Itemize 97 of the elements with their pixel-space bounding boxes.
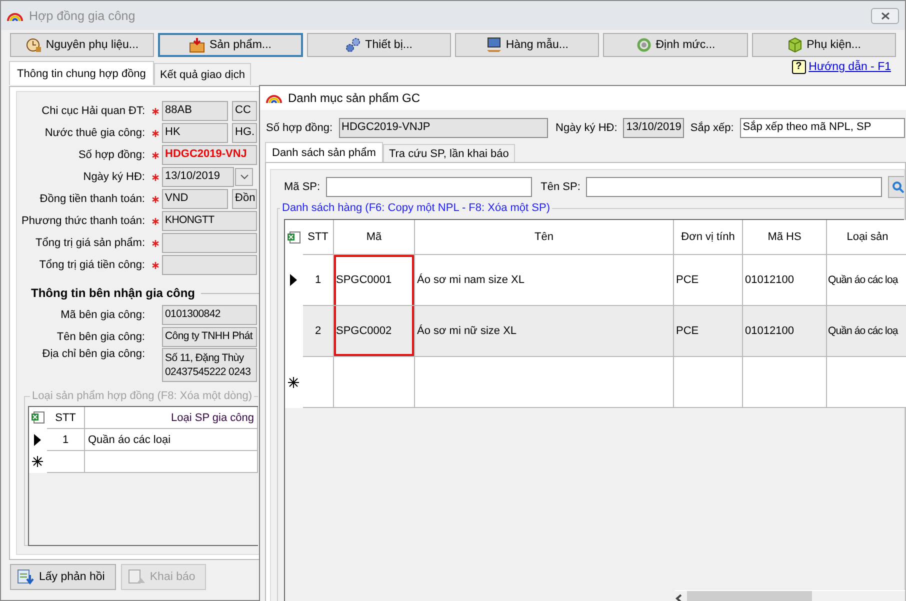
dropdown-button[interactable] xyxy=(235,168,253,186)
text-field[interactable] xyxy=(162,233,257,253)
text-field[interactable]: VND xyxy=(162,189,228,209)
text-field[interactable]: HDGC2019-VNJ xyxy=(162,145,257,165)
text-field[interactable]: 0101300842 xyxy=(162,305,257,325)
group-title: Loại sản phẩm hợp đồng (F8: Xóa một dòng) xyxy=(30,390,254,402)
field-label: Mã bên gia công: xyxy=(60,309,146,321)
text-field[interactable] xyxy=(162,255,257,275)
field-label: Nước thuê gia công: xyxy=(44,127,146,139)
rainbow-icon xyxy=(7,10,23,20)
new-row-icon xyxy=(32,456,43,467)
field-label: Phương thức thanh toán: xyxy=(20,215,146,227)
gear-icon xyxy=(345,37,362,53)
monitor-icon xyxy=(486,37,502,53)
search-button[interactable] xyxy=(888,176,904,198)
box-icon xyxy=(189,37,206,53)
row-pointer-icon xyxy=(34,434,41,446)
table-cell: 2 xyxy=(303,306,334,357)
refresh-icon xyxy=(636,37,652,53)
field-label: Sắp xếp: xyxy=(690,122,734,134)
field-label: Địa chỉ bên gia công: xyxy=(41,348,146,360)
table-cell: PCE xyxy=(674,306,743,357)
field-label: Chi cục Hải quan ĐT: xyxy=(40,105,146,117)
column-header[interactable]: Loại SP gia công xyxy=(85,407,258,429)
field-label: Tổng trị giá sản phẩm: xyxy=(34,237,146,249)
date-field[interactable]: 13/10/2019 xyxy=(623,118,684,138)
field-label: Tên SP: xyxy=(540,181,580,193)
text-area[interactable]: Số 11, Đặng Thùy 02437545222 0243 xyxy=(162,348,257,382)
column-header[interactable]: STT xyxy=(47,407,85,429)
text-field[interactable]: Đồn xyxy=(232,189,257,209)
table-cell: Áo sơ mi nữ size XL xyxy=(415,306,674,357)
search-field[interactable] xyxy=(326,177,532,197)
chevron-down-icon xyxy=(240,174,248,180)
text-field[interactable]: HG. xyxy=(232,123,257,143)
dialog-title: Danh mục sản phẩm GC xyxy=(288,91,420,105)
action-button[interactable]: Lấy phản hồi xyxy=(10,564,116,590)
table-cell: 1 xyxy=(303,255,334,306)
tab[interactable]: Danh sách sản phẩm xyxy=(265,142,383,162)
field-label: Ngày ký HĐ: xyxy=(556,122,618,134)
text-field[interactable]: HDGC2019-VNJP xyxy=(338,118,548,138)
table-cell: Quần áo các loạ xyxy=(827,255,906,306)
text-field[interactable]: CC xyxy=(232,101,257,121)
date-field[interactable]: 13/10/2019 xyxy=(162,167,234,187)
group-title: Danh sách hàng (F6: Copy một NPL - F8: Xóa một SP) xyxy=(280,202,552,214)
table-cell: 1 xyxy=(47,429,85,451)
text-field[interactable]: HK xyxy=(162,123,228,143)
clock-icon xyxy=(26,37,42,53)
table-cell: Áo sơ mi nam size XL xyxy=(415,255,674,306)
toolbar-button[interactable]: Phụ kiện... xyxy=(752,33,896,57)
section-heading: Thông tin bên nhận gia công xyxy=(31,286,195,300)
search-icon xyxy=(892,181,904,193)
field-label: Tên bên gia công: xyxy=(56,331,146,343)
field-label: Số hợp đồng: xyxy=(266,122,333,134)
toolbar-button[interactable]: Sản phẩm... xyxy=(158,33,303,57)
field-label: Tổng trị giá tiền công: xyxy=(38,259,146,271)
column-header[interactable]: STT xyxy=(303,220,334,255)
column-header[interactable]: Loại sản xyxy=(827,220,906,255)
tab[interactable]: Tra cứu SP, lần khai báo xyxy=(382,144,515,162)
column-header[interactable]: Mã HS xyxy=(743,220,827,255)
text-field[interactable]: KHONGTT xyxy=(162,211,257,231)
table-cell: Quần áo các loạ xyxy=(827,306,906,357)
column-header[interactable]: Đơn vị tính xyxy=(674,220,743,255)
horizontal-scrollbar[interactable] xyxy=(675,590,905,601)
row-pointer-icon xyxy=(290,274,297,286)
window-title: Hợp đồng gia công xyxy=(29,8,136,22)
table-cell: Quần áo các loại xyxy=(85,429,258,451)
close-button[interactable] xyxy=(871,8,899,24)
text-field[interactable]: Công ty TNHH Phát xyxy=(162,327,257,347)
help-link[interactable]: Hướng dẫn - F1 xyxy=(808,61,891,73)
field-label: Đồng tiền thanh toán: xyxy=(38,193,146,205)
table-cell: SPGC0002 xyxy=(334,306,415,357)
tab[interactable]: Kết quả giao dịch xyxy=(154,63,251,85)
toolbar-button[interactable]: Định mức... xyxy=(603,33,748,57)
text-field[interactable]: 88AB xyxy=(162,101,228,121)
field-label: Số hợp đồng: xyxy=(77,149,146,161)
toolbar-button[interactable]: Nguyên phụ liệu... xyxy=(10,33,154,57)
download-icon xyxy=(17,569,35,585)
upload-icon xyxy=(128,569,146,585)
field-label: Mã SP: xyxy=(284,181,320,193)
new-row-icon xyxy=(288,376,299,388)
column-header[interactable]: Tên xyxy=(415,220,674,255)
search-field[interactable] xyxy=(586,177,882,197)
toolbar-button[interactable]: Thiết bị... xyxy=(306,33,451,57)
column-header[interactable]: Mã xyxy=(334,220,415,255)
field-label: Ngày ký HĐ: xyxy=(82,171,146,183)
table-cell: 01012100 xyxy=(743,306,827,357)
sort-dropdown[interactable]: Sắp xếp theo mã NPL, SP xyxy=(740,118,905,138)
table-cell: PCE xyxy=(674,255,743,306)
help-icon: ? xyxy=(792,60,806,74)
cube-icon xyxy=(786,37,803,53)
close-icon xyxy=(880,12,890,20)
table-cell: 01012100 xyxy=(743,255,827,306)
table-cell: SPGC0001 xyxy=(334,255,415,306)
tab[interactable]: Thông tin chung hợp đồng xyxy=(9,61,154,85)
rainbow-icon xyxy=(266,93,282,103)
toolbar-button[interactable]: Hàng mẫu... xyxy=(455,33,600,57)
chevron-left-icon xyxy=(675,594,683,601)
